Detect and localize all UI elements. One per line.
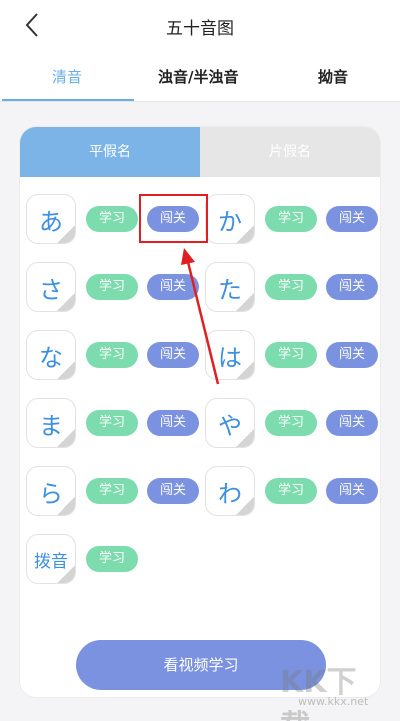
learn-button[interactable]: 学习 [265,206,317,232]
watermark-url: www.kkx.net [298,695,369,708]
challenge-button[interactable]: 闯关 [326,478,378,504]
category-tabs: 清音 浊音/半浊音 拗音 [0,50,400,102]
learn-button[interactable]: 学习 [86,546,138,572]
challenge-button[interactable]: 闯关 [326,410,378,436]
challenge-button[interactable]: 闯关 [147,410,199,436]
page-title: 五十音图 [166,19,234,39]
learn-button[interactable]: 学习 [86,206,138,232]
header: 五十音图 [0,0,400,50]
watermark: KK下载 www.kkx.net [280,657,380,721]
kana-cell[interactable]: わ [205,466,255,516]
learn-button[interactable]: 学习 [265,478,317,504]
challenge-button[interactable]: 闯关 [147,342,199,368]
kana-cell[interactable]: は [205,330,255,380]
learn-button[interactable]: 学习 [265,410,317,436]
kana-cell[interactable]: さ [26,262,76,312]
kana-cell[interactable]: 拨音 [26,534,76,584]
learn-button[interactable]: 学习 [86,478,138,504]
segment-katakana[interactable]: 片假名 [200,127,380,177]
kana-cell[interactable]: ら [26,466,76,516]
kana-cell[interactable]: ま [26,398,76,448]
active-tab-indicator [2,99,134,101]
challenge-button[interactable]: 闯关 [147,274,199,300]
learn-button[interactable]: 学习 [265,342,317,368]
learn-button[interactable]: 学习 [86,342,138,368]
challenge-button[interactable]: 闯关 [326,342,378,368]
kana-cell[interactable]: あ [26,194,76,244]
app-screen: 五十音图 清音 浊音/半浊音 拗音 平假名 片假名 あ学习 闯关か学习 闯关さ学习闯… [0,0,400,721]
watermark-text: KK下载 [280,665,357,721]
kana-cell[interactable]: や [205,398,255,448]
tab-aoyin[interactable]: 拗音 [318,66,348,87]
segment-hiragana[interactable]: 平假名 [20,127,200,177]
annotation-highlight-box [139,194,208,243]
learn-button[interactable]: 学习 [86,410,138,436]
tab-qingyin[interactable]: 清音 [52,66,82,87]
challenge-button[interactable]: 闯关 [326,274,378,300]
challenge-button[interactable]: 闯关 [326,206,378,232]
learn-button[interactable]: 学习 [86,274,138,300]
kana-cell[interactable]: か [205,194,255,244]
kana-cell[interactable]: な [26,330,76,380]
kana-cell[interactable]: た [205,262,255,312]
learn-button[interactable]: 学习 [265,274,317,300]
challenge-button[interactable]: 闯关 [147,478,199,504]
tab-zhuoyin[interactable]: 浊音/半浊音 [158,66,238,87]
